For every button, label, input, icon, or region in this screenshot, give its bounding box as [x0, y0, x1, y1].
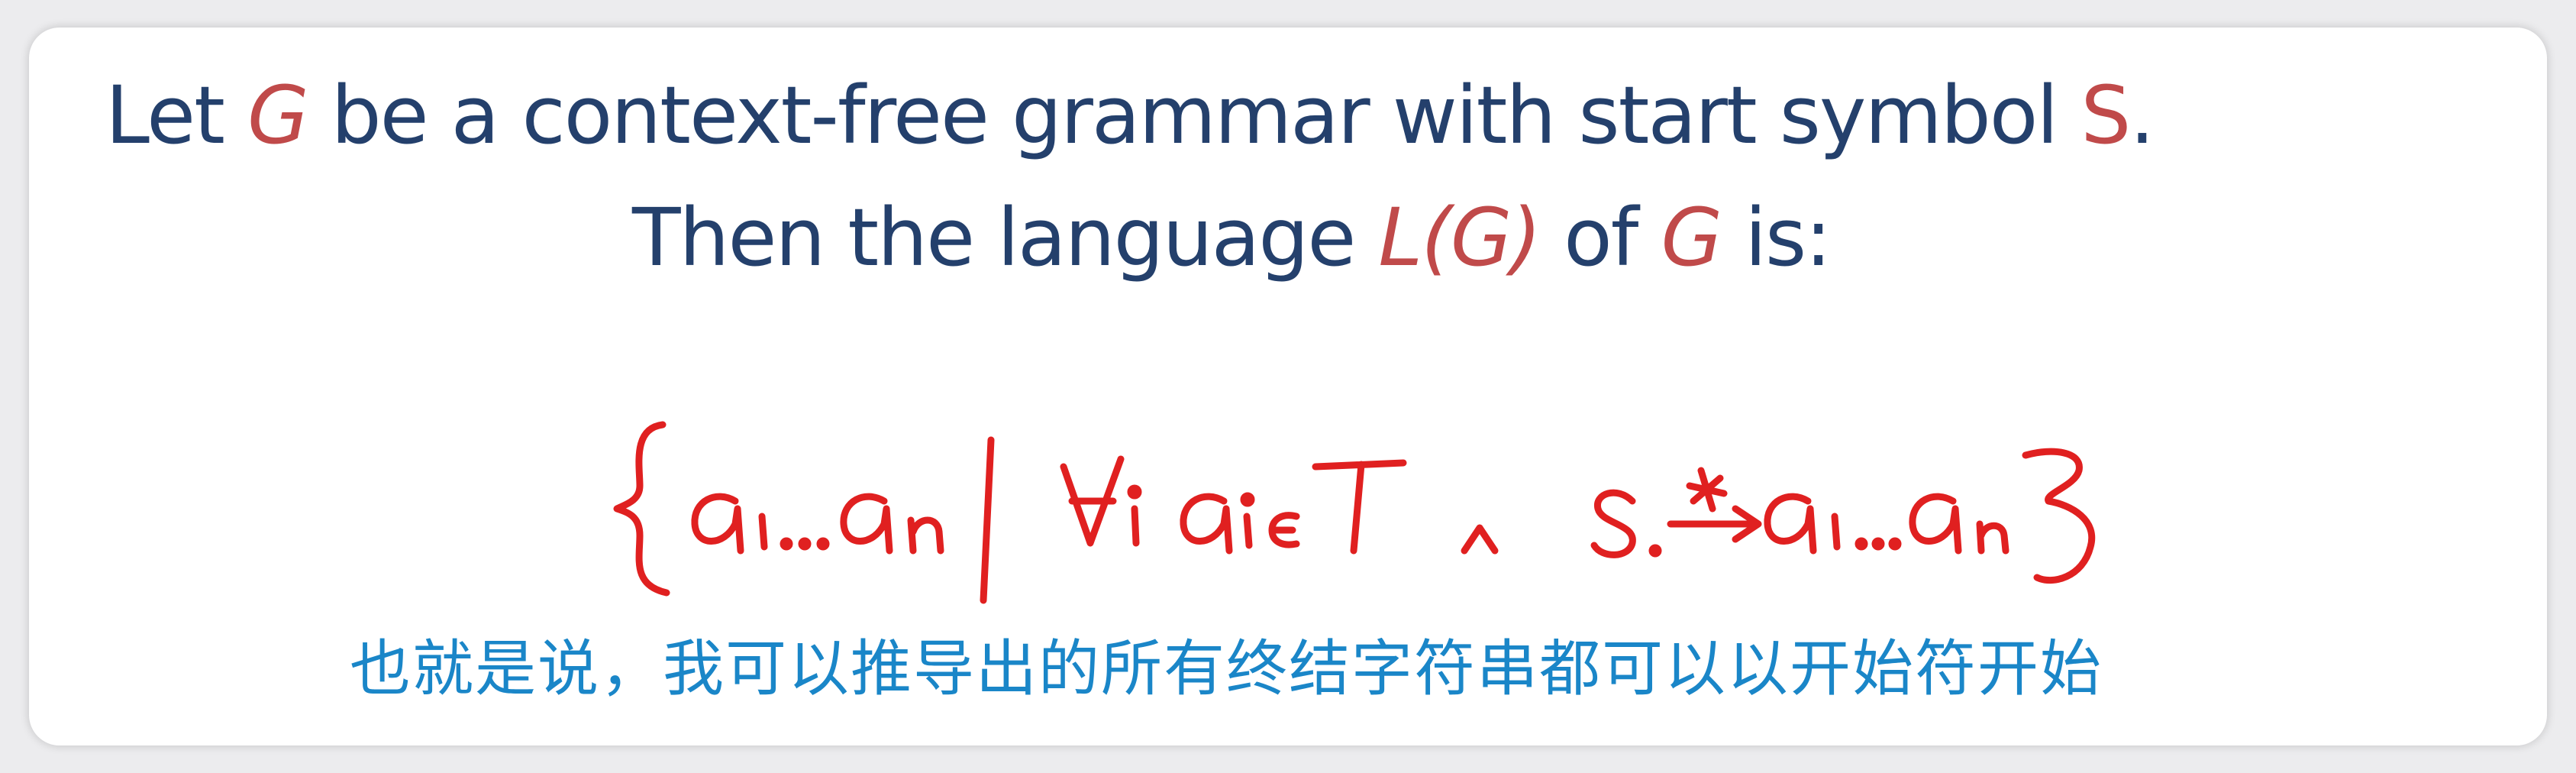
- text-segment: is:: [1721, 191, 1832, 284]
- text-segment: Then the language: [632, 191, 1379, 284]
- text-segment: .: [2129, 69, 2155, 162]
- grammar-symbol: G: [247, 69, 309, 162]
- slide-card: Let G be a context-free grammar with sta…: [29, 27, 2547, 746]
- text-segment: of: [1540, 191, 1661, 284]
- text-segment: Let: [105, 69, 247, 162]
- handwritten-set-annotation: [613, 421, 2096, 604]
- subtitle-caption: 也就是说，我可以推导出的所有终结字符串都可以以开始符开始: [350, 633, 2103, 704]
- start-symbol: S: [2080, 69, 2131, 162]
- language-symbol: L(G): [1378, 191, 1541, 284]
- text-segment: be a context-free grammar with start sym…: [307, 69, 2081, 162]
- grammar-symbol: G: [1661, 191, 1722, 284]
- definition-line-1: Let G be a context-free grammar with sta…: [105, 58, 2155, 173]
- definition-line-2: Then the language L(G) of G is:: [632, 180, 1832, 295]
